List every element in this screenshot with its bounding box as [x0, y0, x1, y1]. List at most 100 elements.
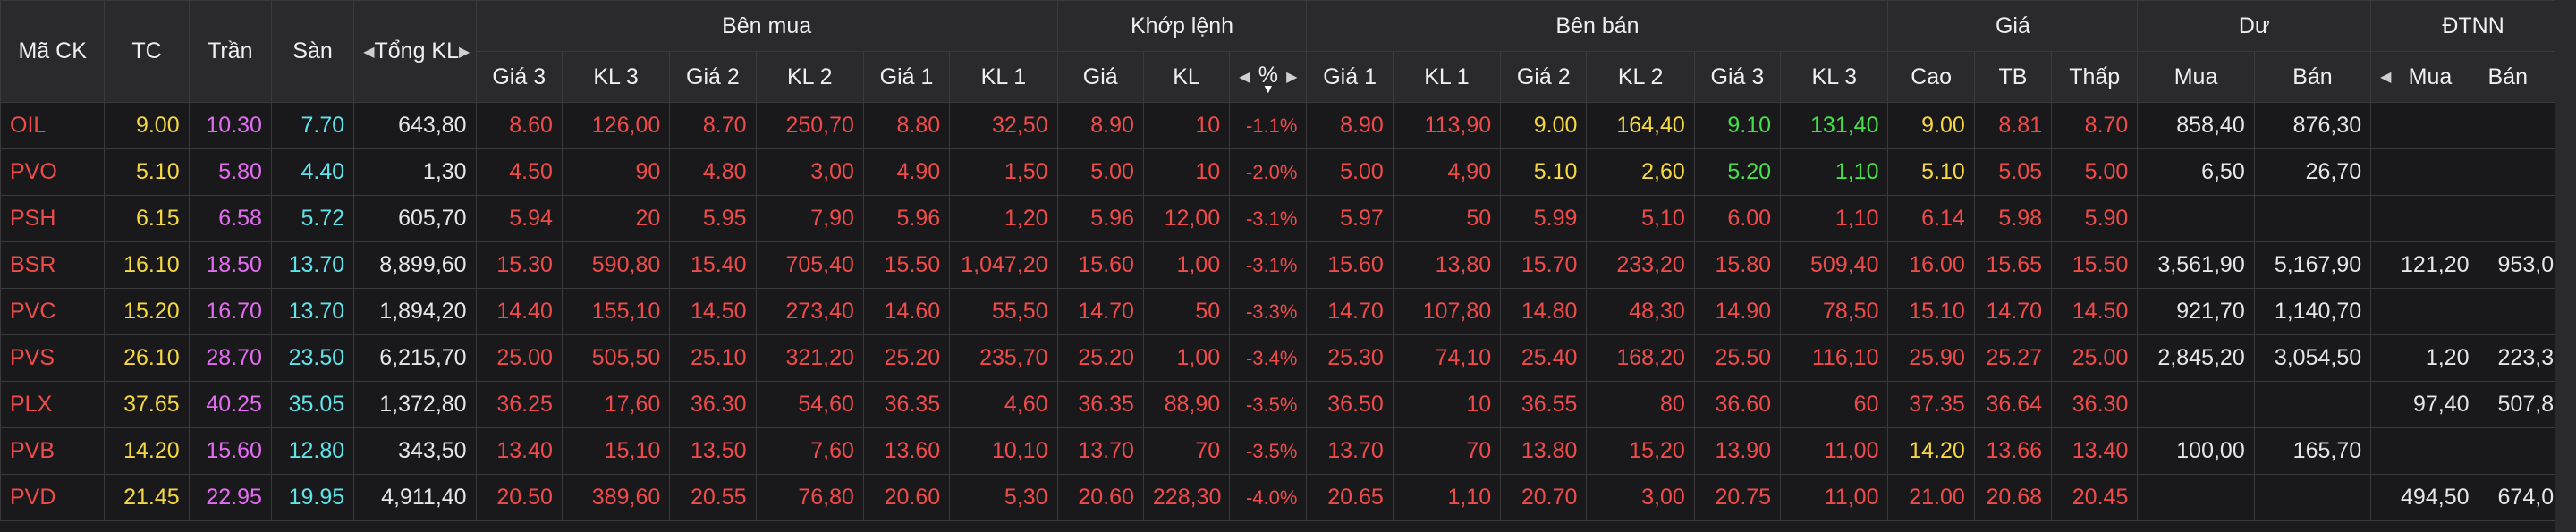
- cell-a3: 14.90: [1693, 288, 1782, 335]
- col-bid2[interactable]: Giá 2: [669, 51, 757, 103]
- cell-k3: 90: [561, 148, 671, 196]
- col-avol1[interactable]: KL 1: [1392, 51, 1502, 103]
- col-total-volume-label: Tổng KL: [374, 38, 460, 63]
- cell-thap: 13.40: [2051, 427, 2139, 475]
- col-match-pct[interactable]: ◀ % ▼ ▶: [1229, 51, 1308, 103]
- cell-g3: 14.40: [475, 288, 563, 335]
- cell-mp: 36.35: [1056, 381, 1144, 428]
- col-bvol3[interactable]: KL 3: [561, 51, 671, 103]
- cell-sym[interactable]: PVC: [0, 288, 106, 335]
- col-remain-sell[interactable]: Bán: [2253, 51, 2372, 103]
- col-floor[interactable]: Sàn: [270, 0, 355, 103]
- table-row[interactable]: BSR 16.10 18.50 13.70 8,899,60 15.30 590,80 15.…: [0, 241, 2576, 289]
- cell-sym[interactable]: PVS: [0, 334, 106, 382]
- table-row[interactable]: PVD 21.45 22.95 19.95 4,911,40 20.50 389,60 20.…: [0, 474, 2576, 521]
- caret-right-icon[interactable]: ▶: [459, 43, 470, 61]
- cell-k1: 5,30: [949, 474, 1058, 521]
- cell-mv: 1,00: [1142, 241, 1231, 289]
- cell-sym[interactable]: PLX: [0, 381, 106, 428]
- cell-tc: 37.65: [104, 381, 190, 428]
- cell-thap: 20.45: [2051, 474, 2139, 521]
- cell-g1: 36.35: [862, 381, 951, 428]
- cell-cao: 15.10: [1887, 288, 1975, 335]
- col-ask2[interactable]: Giá 2: [1500, 51, 1588, 103]
- cell-dban: 26,70: [2253, 148, 2372, 196]
- col-foreign-buy[interactable]: ◀ Mua: [2370, 51, 2479, 103]
- cell-mv: 1,00: [1142, 334, 1231, 382]
- cell-k3: 590,80: [561, 241, 671, 289]
- cell-av2: 233,20: [1586, 241, 1695, 289]
- col-ceiling[interactable]: Trần: [188, 0, 272, 103]
- col-symbol[interactable]: Mã CK: [0, 0, 106, 103]
- cell-a1: 36.50: [1306, 381, 1394, 428]
- col-bvol1[interactable]: KL 1: [949, 51, 1058, 103]
- table-row[interactable]: PVB 14.20 15.60 12.80 343,50 13.40 15,10 13.50 7…: [0, 427, 2576, 475]
- cell-av3: 78,50: [1780, 288, 1889, 335]
- cell-k3: 126,00: [561, 102, 671, 149]
- cell-mv: 88,90: [1142, 381, 1231, 428]
- cell-sym[interactable]: OIL: [0, 102, 106, 149]
- cell-pct: -3.1%: [1229, 241, 1308, 289]
- cell-tb: 25.27: [1973, 334, 2053, 382]
- col-ask3[interactable]: Giá 3: [1693, 51, 1782, 103]
- col-match-price[interactable]: Giá: [1056, 51, 1144, 103]
- caret-left-icon[interactable]: ◀: [2380, 68, 2391, 86]
- cell-a2: 36.55: [1500, 381, 1588, 428]
- cell-mp: 5.00: [1056, 148, 1144, 196]
- table-row[interactable]: PSH 6.15 6.58 5.72 605,70 5.94 20 5.95 7,90 5.96 1…: [0, 195, 2576, 242]
- col-low[interactable]: Thấp: [2051, 51, 2139, 103]
- cell-sym[interactable]: PVB: [0, 427, 106, 475]
- caret-left-icon[interactable]: ◀: [1239, 68, 1250, 86]
- cell-dmua: 2,845,20: [2137, 334, 2255, 382]
- cell-sym[interactable]: PVO: [0, 148, 106, 196]
- table-row[interactable]: PVO 5.10 5.80 4.40 1,30 4.50 90 4.80 3,00 4.90 1,5…: [0, 148, 2576, 196]
- cell-k1: 4,60: [949, 381, 1058, 428]
- cell-mp: 5.96: [1056, 195, 1144, 242]
- cell-tkl: 643,80: [353, 102, 477, 149]
- cell-k1: 235,70: [949, 334, 1058, 382]
- cell-a1: 14.70: [1306, 288, 1394, 335]
- col-bid1[interactable]: Giá 1: [862, 51, 951, 103]
- cell-g1: 4.90: [862, 148, 951, 196]
- cell-av1: 74,10: [1392, 334, 1502, 382]
- col-remain-buy[interactable]: Mua: [2137, 51, 2255, 103]
- cell-k1: 1,50: [949, 148, 1058, 196]
- caret-right-icon[interactable]: ▶: [1286, 68, 1297, 86]
- cell-tb: 20.68: [1973, 474, 2053, 521]
- col-ask1[interactable]: Giá 1: [1306, 51, 1394, 103]
- col-match-volume[interactable]: KL: [1142, 51, 1231, 103]
- table-row[interactable]: PLX 37.65 40.25 35.05 1,372,80 36.25 17,60 36.3…: [0, 381, 2576, 428]
- cell-sym[interactable]: BSR: [0, 241, 106, 289]
- cell-sym[interactable]: PSH: [0, 195, 106, 242]
- cell-sym[interactable]: PVD: [0, 474, 106, 521]
- cell-g2: 15.40: [669, 241, 757, 289]
- cell-g2: 25.10: [669, 334, 757, 382]
- cell-tkl: 4,911,40: [353, 474, 477, 521]
- col-avol2[interactable]: KL 2: [1586, 51, 1695, 103]
- col-high[interactable]: Cao: [1887, 51, 1975, 103]
- cell-k2: 250,70: [755, 102, 864, 149]
- cell-k2: 7,60: [755, 427, 864, 475]
- cell-g3: 13.40: [475, 427, 563, 475]
- cell-thap: 14.50: [2051, 288, 2139, 335]
- cell-mp: 15.60: [1056, 241, 1144, 289]
- col-ref[interactable]: TC: [104, 0, 190, 103]
- cell-san: 7.70: [270, 102, 355, 149]
- cell-pct: -2.0%: [1229, 148, 1308, 196]
- cell-av1: 4,90: [1392, 148, 1502, 196]
- cell-av1: 10: [1392, 381, 1502, 428]
- cell-k2: 273,40: [755, 288, 864, 335]
- cell-k3: 505,50: [561, 334, 671, 382]
- caret-left-icon[interactable]: ◀: [363, 43, 374, 61]
- table-row[interactable]: PVC 15.20 16.70 13.70 1,894,20 14.40 155,10 14.…: [0, 288, 2576, 335]
- table-row[interactable]: PVS 26.10 28.70 23.50 6,215,70 25.00 505,50 25.…: [0, 334, 2576, 382]
- table-row[interactable]: OIL 9.00 10.30 7.70 643,80 8.60 126,00 8.70 250,…: [0, 102, 2576, 149]
- col-avol3[interactable]: KL 3: [1780, 51, 1889, 103]
- col-bid3[interactable]: Giá 3: [475, 51, 563, 103]
- cell-g3: 5.94: [475, 195, 563, 242]
- col-avg[interactable]: TB: [1973, 51, 2053, 103]
- cell-k1: 1,047,20: [949, 241, 1058, 289]
- col-bvol2[interactable]: KL 2: [755, 51, 864, 103]
- col-total-volume[interactable]: ◀ Tổng KL ▶: [353, 0, 477, 103]
- cell-tran: 15.60: [188, 427, 272, 475]
